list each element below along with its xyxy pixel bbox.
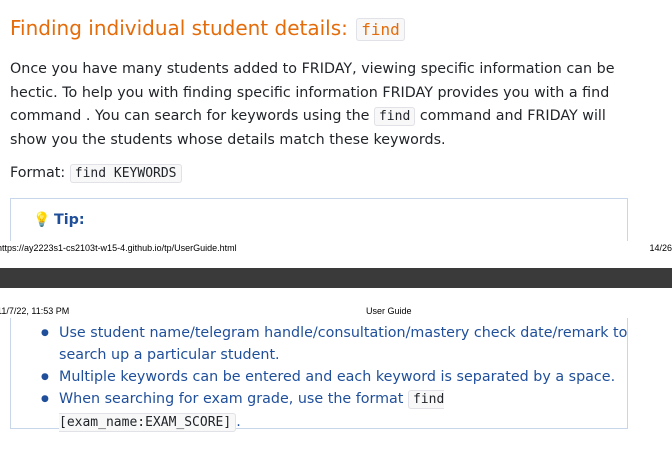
page-bottom: 11/7/22, 11:53 PM User Guide Use student… xyxy=(0,288,672,456)
heading-text: Finding individual student details: xyxy=(10,16,348,40)
section-heading: Finding individual student details: find xyxy=(10,14,405,44)
page-top: Finding individual student details: find… xyxy=(0,0,672,268)
description-paragraph: Once you have many students added to FRI… xyxy=(10,58,640,152)
tip-item-3-end: . xyxy=(236,414,241,430)
tip-item: Use student name/telegram handle/consult… xyxy=(41,322,629,366)
tip-heading: 💡 Tip: xyxy=(33,212,85,228)
header-title: User Guide xyxy=(366,306,412,316)
format-label: Format: xyxy=(10,165,66,181)
tip-box-bottom: Use student name/telegram handle/consult… xyxy=(10,318,628,432)
footer-page-number: 14/26 xyxy=(649,243,672,253)
tip-title: Tip: xyxy=(53,212,85,228)
tip-item: When searching for exam grade, use the f… xyxy=(41,388,629,434)
heading-code: find xyxy=(356,18,405,41)
tip-box-top: 💡 Tip: xyxy=(10,198,628,241)
header-datetime: 11/7/22, 11:53 PM xyxy=(0,306,70,316)
footer-url: https://ay2223s1-cs2103t-w15-4.github.io… xyxy=(0,243,237,253)
tip-item-3-text: When searching for exam grade, use the f… xyxy=(59,391,404,407)
page-break xyxy=(0,268,672,288)
tip-list: Use student name/telegram handle/consult… xyxy=(41,322,629,434)
lightbulb-icon: 💡 xyxy=(33,212,51,228)
format-line: Format: find KEYWORDS xyxy=(10,162,182,185)
format-code: find KEYWORDS xyxy=(69,164,182,183)
paragraph-code: find xyxy=(373,107,416,126)
tip-item: Multiple keywords can be entered and eac… xyxy=(41,366,629,388)
